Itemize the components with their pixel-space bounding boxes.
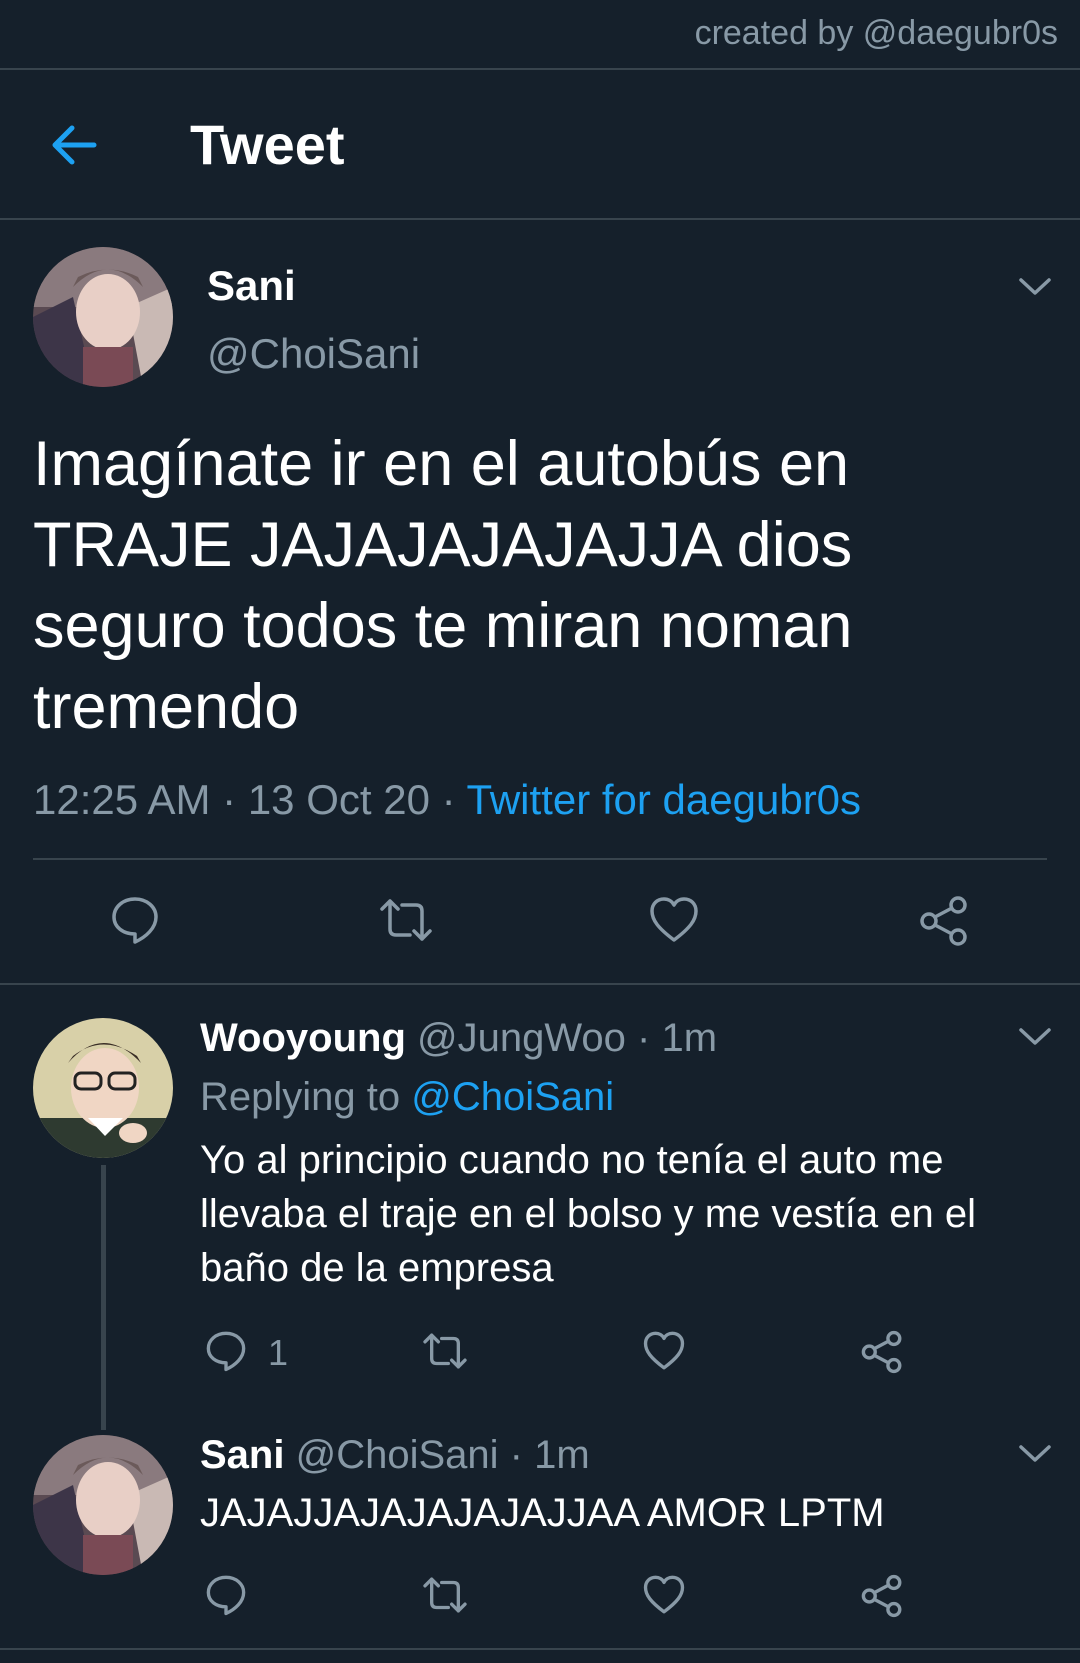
reply-time: 1m xyxy=(534,1433,590,1477)
share-icon[interactable] xyxy=(860,1330,904,1374)
share-icon[interactable] xyxy=(918,895,970,947)
replying-to: Replying to @ChoiSani xyxy=(200,1075,614,1120)
retweet-icon[interactable] xyxy=(420,1330,470,1372)
reply-count: 1 xyxy=(268,1332,289,1373)
author-name[interactable]: Sani xyxy=(207,262,296,310)
reply-icon[interactable] xyxy=(205,1330,247,1372)
like-heart-icon[interactable] xyxy=(642,1330,686,1372)
reply-author-name[interactable]: Sani xyxy=(200,1433,284,1477)
reply-icon[interactable] xyxy=(205,1574,247,1616)
tweet-date: 13 Oct 20 xyxy=(247,776,430,823)
tweet-time: 12:25 AM xyxy=(33,776,211,823)
reply-text: Yo al principio cuando no tenía el auto … xyxy=(200,1138,976,1290)
retweet-icon[interactable] xyxy=(376,895,436,945)
meta-separator: · xyxy=(222,776,237,823)
avatar[interactable] xyxy=(33,1435,173,1575)
bottom-divider xyxy=(0,1648,1080,1650)
meta-separator: · xyxy=(509,1433,523,1477)
back-arrow-icon[interactable] xyxy=(48,120,98,170)
author-handle[interactable]: @ChoiSani xyxy=(207,330,420,378)
avatar[interactable] xyxy=(33,247,173,387)
thread-line xyxy=(101,1165,106,1430)
reply-author-name[interactable]: Wooyoung xyxy=(200,1016,406,1060)
avatar[interactable] xyxy=(33,1018,173,1158)
chevron-down-icon[interactable] xyxy=(1018,276,1052,298)
mention-link[interactable]: @ChoiSani xyxy=(411,1075,614,1119)
chevron-down-icon[interactable] xyxy=(1018,1026,1052,1048)
reply-author-handle[interactable]: @JungWoo xyxy=(417,1016,626,1060)
reply-header: Wooyoung @JungWoo · 1m xyxy=(200,1016,717,1061)
like-heart-icon[interactable] xyxy=(642,1574,686,1616)
chevron-down-icon[interactable] xyxy=(1018,1443,1052,1465)
actions-divider xyxy=(0,983,1080,985)
reply-header: Sani @ChoiSani · 1m xyxy=(200,1433,590,1478)
reply-icon[interactable] xyxy=(110,895,160,945)
reply-author-handle[interactable]: @ChoiSani xyxy=(296,1433,499,1477)
tweet-header: Tweet xyxy=(0,70,1080,218)
tweet-text: Imagínate ir en el autobús en TRAJE JAJA… xyxy=(33,429,853,742)
retweet-icon[interactable] xyxy=(420,1574,470,1616)
share-icon[interactable] xyxy=(860,1574,904,1618)
watermark-credit: created by @daegubr0s xyxy=(694,14,1058,52)
page-title: Tweet xyxy=(190,113,345,176)
reply-time: 1m xyxy=(661,1016,718,1060)
tweet-source-link[interactable]: Twitter for daegubr0s xyxy=(467,776,862,823)
replying-label: Replying to xyxy=(200,1075,401,1119)
meta-divider xyxy=(33,858,1047,860)
reply-text: JAJAJJAJAJAJAJAJJAA AMOR LPTM xyxy=(200,1491,885,1535)
like-heart-icon[interactable] xyxy=(648,895,700,945)
header-divider xyxy=(0,218,1080,220)
meta-separator: · xyxy=(441,776,456,823)
meta-separator: · xyxy=(637,1016,651,1060)
tweet-meta: 12:25 AM · 13 Oct 20 · Twitter for daegu… xyxy=(33,776,861,824)
